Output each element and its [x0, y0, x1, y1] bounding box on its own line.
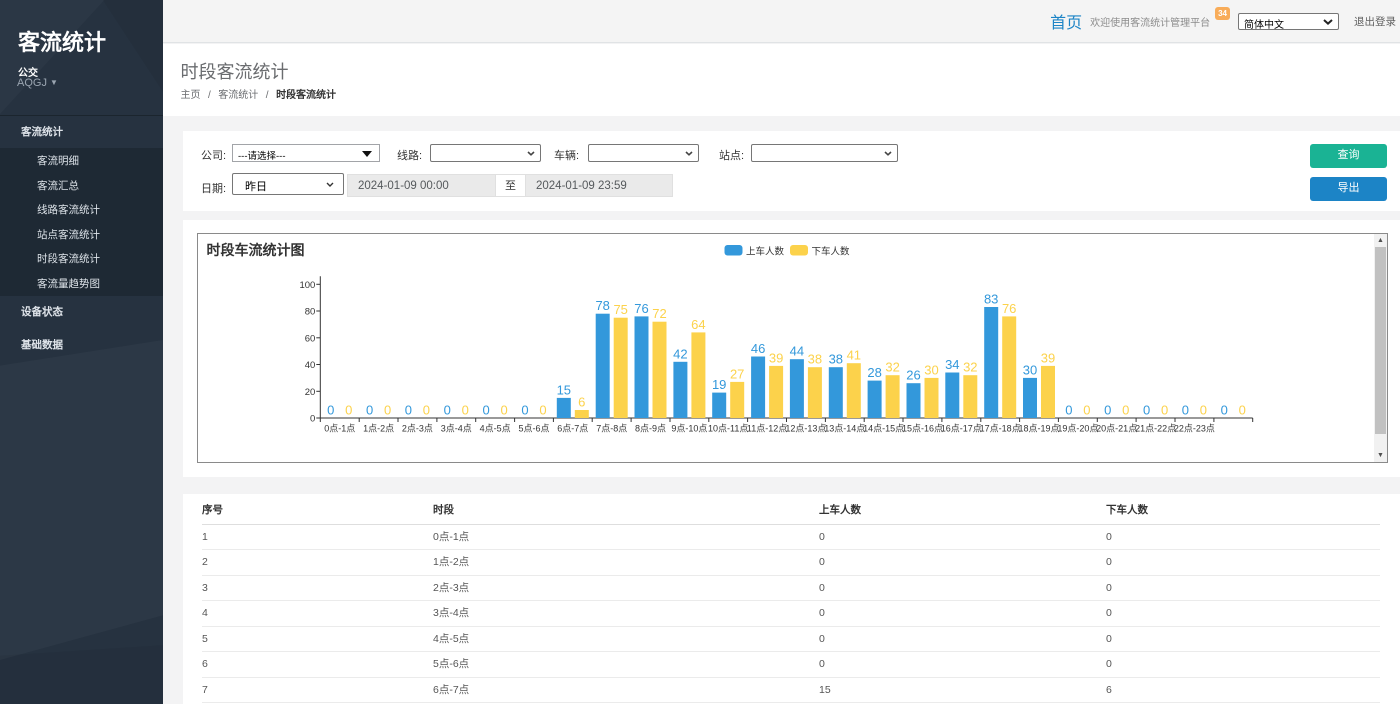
svg-text:0: 0: [384, 403, 391, 418]
svg-text:0: 0: [366, 403, 373, 418]
svg-text:64: 64: [691, 317, 705, 332]
svg-text:30: 30: [1023, 362, 1037, 377]
svg-text:0: 0: [1065, 403, 1072, 418]
svg-text:41: 41: [847, 348, 861, 363]
svg-text:下车人数: 下车人数: [812, 246, 851, 258]
svg-text:14点-15点: 14点-15点: [863, 424, 904, 434]
svg-text:40: 40: [305, 360, 316, 371]
svg-text:34: 34: [945, 357, 959, 372]
svg-text:11点-12点: 11点-12点: [747, 424, 787, 434]
svg-text:28: 28: [867, 365, 881, 380]
svg-text:26: 26: [906, 368, 920, 383]
svg-text:38: 38: [829, 352, 843, 367]
svg-text:0: 0: [1104, 403, 1111, 418]
svg-text:0: 0: [539, 403, 546, 418]
svg-text:21点-22点: 21点-22点: [1135, 424, 1176, 434]
svg-text:60: 60: [305, 333, 316, 344]
svg-text:38: 38: [808, 352, 822, 367]
svg-text:18点-19点: 18点-19点: [1018, 424, 1059, 434]
svg-text:27: 27: [730, 366, 744, 381]
svg-text:0: 0: [1200, 403, 1207, 418]
svg-text:100: 100: [299, 280, 315, 291]
svg-text:72: 72: [652, 306, 666, 321]
svg-text:17点-18点: 17点-18点: [980, 424, 1021, 434]
svg-text:80: 80: [305, 307, 316, 318]
svg-text:0: 0: [1239, 403, 1246, 418]
svg-text:44: 44: [790, 344, 804, 359]
svg-text:6点-7点: 6点-7点: [557, 424, 588, 434]
svg-text:10点-11点: 10点-11点: [708, 424, 748, 434]
svg-text:0: 0: [1161, 403, 1168, 418]
svg-text:0: 0: [462, 403, 469, 418]
svg-text:19点-20点: 19点-20点: [1057, 424, 1098, 434]
svg-text:0: 0: [423, 403, 430, 418]
svg-text:20点-21点: 20点-21点: [1096, 424, 1137, 434]
svg-text:32: 32: [885, 360, 899, 375]
svg-text:42: 42: [673, 346, 687, 361]
svg-text:15点-16点: 15点-16点: [902, 424, 943, 434]
svg-text:5点-6点: 5点-6点: [518, 424, 549, 434]
svg-text:20: 20: [305, 387, 316, 398]
svg-text:78: 78: [595, 298, 609, 313]
svg-text:9点-10点: 9点-10点: [671, 424, 707, 434]
svg-text:2点-3点: 2点-3点: [402, 424, 433, 434]
svg-text:0: 0: [1221, 403, 1228, 418]
svg-text:7点-8点: 7点-8点: [596, 424, 627, 434]
svg-text:0: 0: [444, 403, 451, 418]
svg-text:0: 0: [482, 403, 489, 418]
svg-text:8点-9点: 8点-9点: [635, 424, 666, 434]
svg-text:39: 39: [1041, 350, 1055, 365]
svg-text:39: 39: [769, 350, 783, 365]
svg-text:0: 0: [500, 403, 507, 418]
svg-text:0: 0: [1122, 403, 1129, 418]
svg-text:76: 76: [634, 301, 648, 316]
svg-text:75: 75: [613, 302, 627, 317]
svg-text:76: 76: [1002, 301, 1016, 316]
svg-text:0: 0: [310, 414, 315, 425]
svg-text:12点-13点: 12点-13点: [785, 424, 826, 434]
svg-text:13点-14点: 13点-14点: [824, 424, 865, 434]
svg-text:22点-23点: 22点-23点: [1174, 424, 1215, 434]
svg-text:15: 15: [557, 382, 571, 397]
svg-text:0: 0: [1182, 403, 1189, 418]
svg-text:19: 19: [712, 377, 726, 392]
svg-text:0点-1点: 0点-1点: [324, 424, 355, 434]
svg-text:0: 0: [405, 403, 412, 418]
svg-text:0: 0: [345, 403, 352, 418]
svg-text:6: 6: [578, 395, 585, 410]
svg-text:3点-4点: 3点-4点: [441, 424, 472, 434]
svg-text:0: 0: [1143, 403, 1150, 418]
svg-text:0: 0: [327, 403, 334, 418]
svg-text:30: 30: [924, 362, 938, 377]
svg-text:32: 32: [963, 360, 977, 375]
svg-text:4点-5点: 4点-5点: [480, 424, 511, 434]
svg-text:46: 46: [751, 341, 765, 356]
svg-text:0: 0: [1083, 403, 1090, 418]
svg-text:1点-2点: 1点-2点: [363, 424, 394, 434]
svg-text:83: 83: [984, 292, 998, 307]
svg-text:上车人数: 上车人数: [746, 246, 785, 258]
svg-text:0: 0: [521, 403, 528, 418]
svg-text:16点-17点: 16点-17点: [941, 424, 982, 434]
